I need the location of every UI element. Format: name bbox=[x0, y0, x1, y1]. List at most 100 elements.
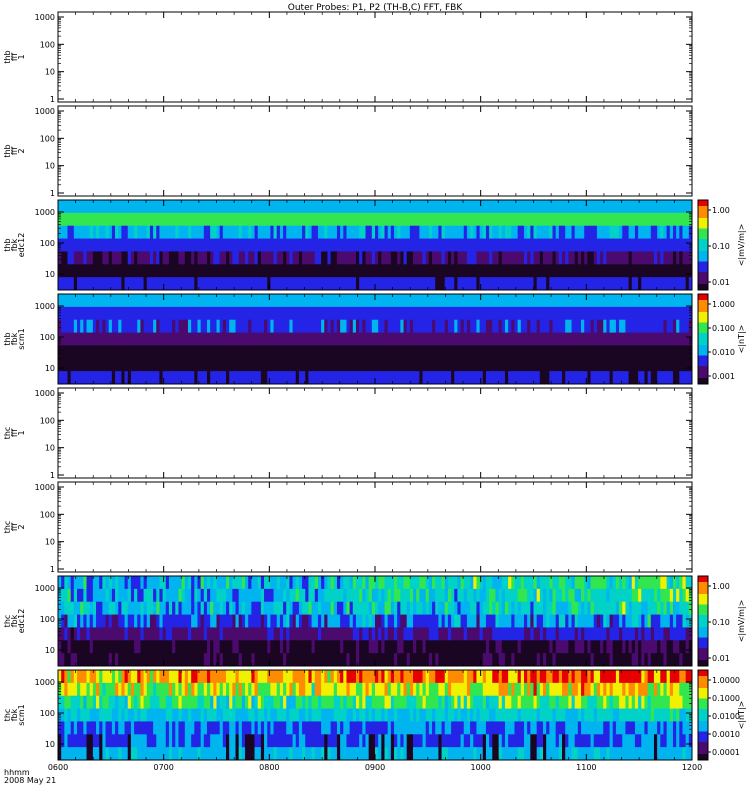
colorbar-tick-label: 0.010 bbox=[712, 348, 735, 357]
spectrogram-cell bbox=[96, 212, 100, 227]
spectrogram-cell bbox=[279, 238, 284, 252]
spectrogram-cell bbox=[292, 640, 297, 654]
spectrogram-cell bbox=[70, 306, 75, 321]
spectrogram-cell bbox=[530, 627, 534, 641]
spectrogram-cell bbox=[400, 212, 404, 227]
spectrogram-cell bbox=[422, 588, 427, 603]
spectrogram-cell bbox=[530, 614, 534, 628]
spectrogram-cell bbox=[615, 200, 620, 214]
spectrogram-cell bbox=[143, 200, 148, 214]
spectrogram-cell bbox=[593, 627, 598, 641]
spectrogram-cell bbox=[137, 306, 141, 321]
spectrogram-cell bbox=[251, 614, 255, 628]
spectrogram-cell bbox=[349, 200, 354, 214]
spectrogram-cell bbox=[118, 319, 122, 333]
spectrogram-cell bbox=[378, 200, 382, 214]
spectrogram-cell bbox=[355, 332, 360, 346]
spectrogram-cell bbox=[593, 251, 598, 265]
spectrogram-cell bbox=[666, 371, 671, 385]
spectrogram-cell bbox=[517, 332, 522, 346]
spectrogram-cell bbox=[333, 277, 338, 291]
spectrogram-cell bbox=[216, 576, 221, 590]
spectrogram-cell bbox=[416, 345, 420, 359]
spectrogram-cell bbox=[200, 264, 205, 278]
spectrogram-cell bbox=[343, 264, 347, 278]
spectrogram-cell bbox=[552, 588, 557, 603]
spectrogram-cell bbox=[159, 332, 164, 346]
spectrogram-cell bbox=[463, 332, 468, 346]
spectrogram-cell bbox=[330, 212, 335, 227]
spectrogram-cell bbox=[644, 345, 649, 359]
spectrogram-cell bbox=[590, 601, 595, 615]
spectrogram-cell bbox=[289, 332, 293, 346]
spectrogram-cell bbox=[523, 627, 528, 641]
spectrogram-cell bbox=[295, 358, 300, 372]
spectrogram-cell bbox=[574, 576, 579, 590]
spectrogram-cell bbox=[631, 319, 636, 333]
spectrogram-cell bbox=[587, 588, 591, 603]
spectrogram-cell bbox=[184, 640, 189, 654]
spectrogram-cell bbox=[498, 614, 503, 628]
spectrogram-cell bbox=[61, 200, 65, 214]
spectrogram-cell bbox=[96, 251, 100, 265]
spectrogram-cell bbox=[501, 277, 506, 291]
spectrogram-cell bbox=[577, 277, 582, 291]
spectrogram-cell bbox=[371, 212, 376, 227]
spectrogram-cell bbox=[489, 277, 493, 291]
spectrogram-cell bbox=[590, 306, 595, 321]
spectrogram-cell bbox=[324, 627, 328, 641]
spectrogram-cell bbox=[631, 306, 636, 321]
spectrogram-cell bbox=[397, 601, 401, 615]
spectrogram-cell bbox=[295, 588, 300, 603]
spectrogram-cell bbox=[365, 319, 370, 333]
spectrogram-cell bbox=[153, 332, 157, 346]
panel-1: 1000100101thbfff2 bbox=[3, 105, 693, 198]
spectrogram-cell bbox=[83, 345, 87, 359]
spectrogram-cell bbox=[314, 627, 319, 641]
spectrogram-cell bbox=[660, 264, 664, 278]
spectrogram-cell bbox=[593, 277, 598, 291]
spectrogram-cell bbox=[479, 371, 484, 385]
spectrogram-cell bbox=[666, 277, 671, 291]
spectrogram-cell bbox=[489, 251, 493, 265]
spectrogram-cell bbox=[168, 332, 173, 346]
spectrogram-cell bbox=[451, 200, 455, 214]
spectrogram-cell bbox=[219, 614, 224, 628]
spectrogram-cell bbox=[89, 614, 94, 628]
spectrogram-cell bbox=[187, 294, 192, 308]
spectrogram-cell bbox=[58, 576, 62, 590]
spectrogram-cell bbox=[539, 588, 544, 603]
spectrogram-cell bbox=[504, 371, 509, 385]
spectrogram-cell bbox=[520, 627, 525, 641]
spectrogram-cell bbox=[508, 264, 512, 278]
spectrogram-cell bbox=[162, 277, 167, 291]
spectrogram-cell bbox=[473, 653, 477, 667]
spectrogram-cell bbox=[657, 251, 661, 265]
spectrogram-cell bbox=[149, 345, 154, 359]
spectrogram-cell bbox=[394, 212, 398, 227]
spectrogram-cell bbox=[89, 200, 94, 214]
spectrogram-cell bbox=[187, 319, 192, 333]
spectrogram-cell bbox=[83, 588, 87, 603]
spectrogram-cell bbox=[397, 358, 401, 372]
spectrogram-cell bbox=[555, 200, 560, 214]
spectrogram-cell bbox=[216, 345, 221, 359]
spectrogram-cell bbox=[520, 264, 525, 278]
spectrogram-cell bbox=[574, 319, 579, 333]
spectrogram-cell bbox=[590, 358, 595, 372]
spectrogram-cell bbox=[378, 640, 382, 654]
spectrogram-cell bbox=[108, 358, 113, 372]
spectrogram-cell bbox=[568, 345, 572, 359]
spectrogram-cell bbox=[631, 277, 636, 291]
spectrogram-cell bbox=[181, 588, 186, 603]
spectrogram-cell bbox=[153, 251, 157, 265]
spectrogram-cell bbox=[317, 277, 322, 291]
spectrogram-cell bbox=[634, 294, 639, 308]
spectrogram-cell bbox=[416, 212, 420, 227]
spectrogram-cell bbox=[70, 640, 75, 654]
spectrogram-cell bbox=[447, 345, 452, 359]
spectrogram-cell bbox=[149, 371, 154, 385]
spectrogram-cell bbox=[317, 200, 322, 214]
spectrogram-cell bbox=[536, 601, 541, 615]
spectrogram-cell bbox=[641, 264, 645, 278]
